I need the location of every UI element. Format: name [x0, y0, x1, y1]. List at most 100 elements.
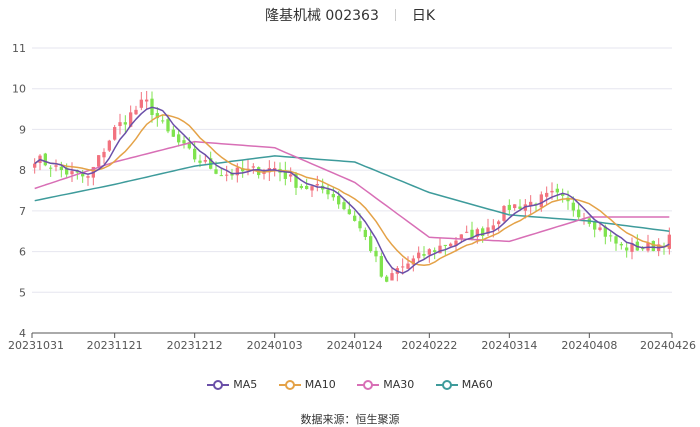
candle-body: [315, 184, 319, 186]
candle-body: [417, 252, 421, 259]
candle-body: [70, 171, 74, 175]
candle-body: [625, 247, 629, 251]
candle-body: [182, 140, 186, 144]
candle-body: [385, 276, 389, 282]
candle-body: [614, 236, 618, 244]
candle-body: [123, 122, 127, 125]
y-tick-label: 11: [12, 42, 26, 55]
x-tick-label: 20240314: [481, 339, 537, 352]
candle-body: [363, 229, 367, 237]
candle-body: [171, 129, 175, 137]
candle-body: [449, 243, 453, 247]
candle-body: [390, 273, 394, 281]
x-tick-label: 20240103: [247, 339, 303, 352]
candle-body: [33, 163, 37, 168]
x-tick-label: 20240426: [640, 339, 696, 352]
candle-body: [571, 202, 575, 211]
chart-legend: MA5 MA10 MA30 MA60: [0, 378, 700, 394]
y-tick-label: 9: [19, 123, 26, 136]
candle-body: [465, 231, 469, 233]
candle-body: [369, 236, 373, 251]
candle-body: [107, 140, 111, 151]
candle-body: [299, 186, 303, 188]
x-tick-label: 20231031: [8, 339, 64, 352]
candle-body: [81, 173, 85, 177]
candle-body: [102, 151, 106, 158]
candle-body: [374, 250, 378, 257]
candle-body: [491, 225, 495, 230]
candle-body: [145, 99, 149, 102]
ma10-line: [34, 114, 670, 267]
candle-body: [507, 204, 511, 210]
ma60-line: [34, 155, 670, 232]
y-tick-label: 8: [19, 164, 26, 177]
candle-body: [555, 188, 559, 193]
candle-body: [251, 166, 255, 168]
candle-body: [513, 204, 517, 209]
candle-body: [401, 266, 405, 268]
candle-body: [166, 119, 170, 132]
candle-body: [342, 202, 346, 210]
candle-body: [598, 227, 602, 230]
candle-body: [331, 194, 335, 198]
candle-body: [577, 209, 581, 218]
candle-body: [619, 243, 623, 246]
candle-body: [443, 244, 447, 246]
candle-body: [651, 240, 655, 252]
candle-body: [310, 186, 314, 191]
candle-body: [118, 122, 122, 127]
candle-body: [198, 160, 202, 163]
legend-ma30-label: MA30: [383, 378, 415, 391]
ma30-line: [34, 140, 670, 243]
legend-ma60-icon: [435, 379, 458, 390]
candle-body: [337, 195, 341, 205]
candle-body: [609, 235, 613, 237]
candle-body: [54, 165, 58, 167]
legend-ma30-icon: [357, 379, 380, 390]
y-tick-label: 6: [19, 246, 26, 259]
candle-body: [43, 153, 47, 166]
kline-chart: 456789101120231031 20231121 20231212 202401…: [8, 42, 696, 352]
candle-body: [225, 174, 229, 176]
candle-body: [139, 99, 143, 108]
y-tick-label: 10: [12, 83, 26, 96]
source-name: 恒生聚源: [355, 413, 400, 426]
y-tick-label: 5: [19, 286, 26, 299]
candle-body: [422, 254, 426, 256]
legend-item-ma60[interactable]: MA60: [435, 378, 493, 391]
candle-body: [593, 221, 597, 230]
candle-body: [289, 174, 293, 177]
legend-ma10-label: MA10: [304, 378, 336, 391]
candle-body: [97, 155, 101, 167]
candle-body: [550, 190, 554, 193]
x-tick-label: 20240222: [401, 339, 457, 352]
candle-body: [305, 185, 309, 190]
x-tick-label: 20231121: [87, 339, 143, 352]
candle-body: [203, 160, 207, 162]
legend-ma10-icon: [278, 379, 301, 390]
legend-ma60-label: MA60: [461, 378, 493, 391]
legend-item-ma10[interactable]: MA10: [278, 378, 336, 391]
candle-body: [427, 249, 431, 255]
candle-body: [219, 175, 223, 177]
legend-item-ma30[interactable]: MA30: [357, 378, 414, 391]
source-label: 数据来源：: [300, 413, 356, 426]
candle-body: [358, 221, 362, 229]
candle-body: [177, 134, 181, 143]
candle-body: [545, 192, 549, 197]
legend-item-ma5[interactable]: MA5: [207, 378, 257, 391]
ma5-line: [34, 106, 670, 274]
candle-body: [134, 109, 138, 115]
candle-body: [59, 166, 63, 171]
candle-body: [113, 127, 117, 140]
candle-body: [214, 169, 218, 174]
candle-body: [347, 209, 351, 215]
legend-ma5-icon: [207, 379, 230, 390]
x-tick-label: 20240408: [561, 339, 617, 352]
x-tick-label: 20240124: [327, 339, 383, 352]
x-tick-label: 20231212: [167, 339, 223, 352]
legend-ma5-label: MA5: [233, 378, 258, 391]
candle-body: [86, 176, 90, 178]
y-tick-label: 7: [19, 205, 26, 218]
candle-body: [49, 167, 53, 169]
